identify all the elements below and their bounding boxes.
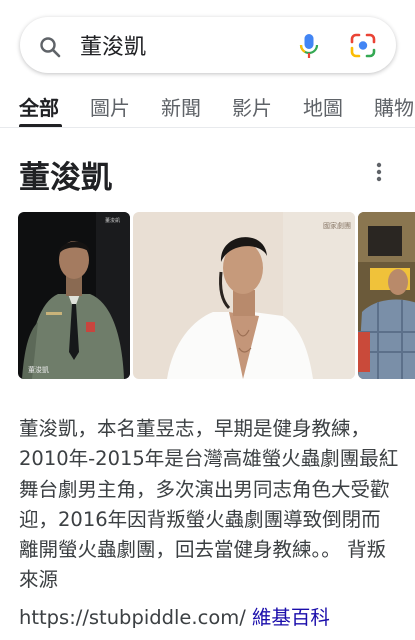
tab-images[interactable]: 圖片 bbox=[90, 92, 130, 121]
tab-maps[interactable]: 地圖 bbox=[303, 92, 343, 121]
source-url: https://stubpiddle.com/ bbox=[19, 606, 246, 629]
mic-icon[interactable] bbox=[296, 32, 322, 60]
search-icon[interactable] bbox=[38, 35, 62, 59]
image-caption-top: 董浚凱 bbox=[105, 217, 120, 224]
lens-icon[interactable] bbox=[349, 33, 377, 59]
tab-all[interactable]: 全部 bbox=[19, 92, 59, 121]
image-thumbnail-3[interactable] bbox=[358, 212, 415, 379]
search-input[interactable]: 董浚凱 bbox=[80, 29, 146, 61]
image-caption-top: 國家劇團 bbox=[323, 221, 351, 230]
more-options-icon[interactable] bbox=[369, 160, 389, 184]
active-tab-indicator bbox=[19, 124, 62, 127]
tab-news[interactable]: 新聞 bbox=[161, 92, 201, 121]
image-caption-bottom: 董浚凱 bbox=[28, 365, 49, 374]
wikipedia-link[interactable]: 維基百科 bbox=[252, 606, 330, 629]
image-thumbnail-2[interactable]: 國家劇團 bbox=[133, 212, 355, 379]
description-source: https://stubpiddle.com/維基百科 bbox=[19, 601, 330, 630]
image-thumbnail-1[interactable]: 董浚凱 董浚凱 bbox=[18, 212, 130, 379]
search-tabs: 全部 圖片 新聞 影片 地圖 購物 bbox=[0, 84, 415, 128]
tab-shopping[interactable]: 購物 bbox=[374, 92, 414, 121]
tab-videos[interactable]: 影片 bbox=[232, 92, 272, 121]
entity-description: 董浚凱，本名董昱志，早期是健身教練，2010年-2015年是台灣高雄螢火蟲劇團最… bbox=[19, 417, 399, 592]
knowledge-panel-title: 董浚凱 bbox=[19, 160, 112, 196]
search-bar[interactable] bbox=[20, 17, 396, 73]
